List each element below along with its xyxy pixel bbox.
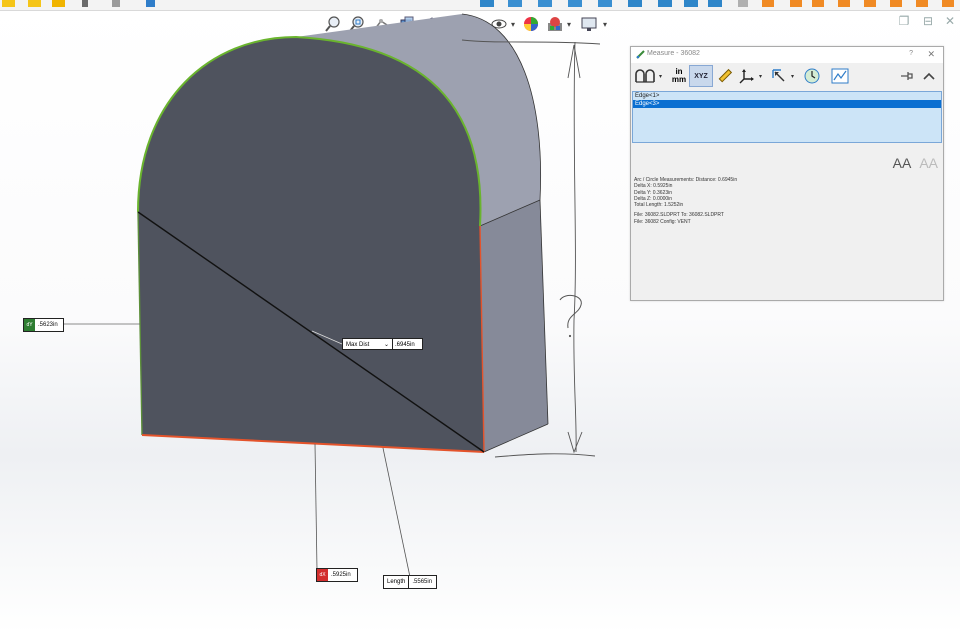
sensor-graph-icon <box>831 68 849 84</box>
max-distance-value: .6945in <box>393 338 423 350</box>
measure-toolbar: ▾ in mm XYZ ▾ ▾ <box>631 63 943 89</box>
pin-icon <box>901 72 913 80</box>
create-sensor-button[interactable] <box>829 65 851 87</box>
dy-value: .5623in <box>38 322 58 328</box>
coordinate-caret-icon[interactable]: ▾ <box>759 73 762 80</box>
ruler-icon <box>718 68 733 83</box>
length-label: Length <box>384 576 410 588</box>
sketch-annotation-vertical-line <box>573 41 577 453</box>
length-leader-line <box>382 447 411 578</box>
distance-type-dropdown[interactable]: Max Dist ⌄ <box>342 338 393 350</box>
units-bottom: mm <box>671 75 687 84</box>
model-right-face[interactable] <box>480 200 548 452</box>
result-file-to: File: 36082.SLDPRT To: 36082.SLDPRT <box>634 212 724 219</box>
chevron-up-icon <box>923 72 935 80</box>
point-to-point-button[interactable] <box>715 65 735 87</box>
model-front-face[interactable] <box>138 37 484 452</box>
dx-callout[interactable]: dX .5925in <box>316 568 358 582</box>
pin-dialog-button[interactable] <box>899 65 915 87</box>
graphics-viewport[interactable]: ▾ ▾ ▾ ▾ ▾ ❐ ⊟ ✕ <box>0 0 960 633</box>
sketch-annotation-bottom-arrow <box>567 431 583 454</box>
history-icon <box>804 68 820 84</box>
selection-item-edge-1[interactable]: Edge<1> <box>633 92 941 100</box>
sketch-annotation-bottom-line <box>494 453 596 458</box>
dropdown-chevron-icon[interactable]: ⌄ <box>384 339 389 351</box>
dy-callout[interactable]: dY .5623in <box>23 318 64 332</box>
increase-font-icon[interactable]: AA <box>893 155 912 171</box>
sketch-question-mark <box>559 294 582 329</box>
arc-circle-icon <box>635 69 655 83</box>
help-button[interactable]: ? <box>909 50 913 57</box>
measurement-results: Arc / Circle Measurements: Distance: 0.6… <box>634 177 737 225</box>
close-dialog-button[interactable]: ✕ <box>927 49 935 60</box>
dx-value: .5925in <box>331 572 351 578</box>
measure-app-icon <box>636 50 645 59</box>
units-precision-button[interactable]: in mm <box>669 65 689 87</box>
distance-type-value: Max Dist <box>346 342 370 348</box>
arc-options-caret-icon[interactable]: ▾ <box>659 73 662 80</box>
show-xyz-measurements-button[interactable]: XYZ <box>689 65 713 87</box>
projection-caret-icon[interactable]: ▾ <box>791 73 794 80</box>
xyz-label: XYZ <box>694 72 708 80</box>
selection-list[interactable]: Edge<1> Edge<3> <box>632 91 942 143</box>
font-size-controls: AA AA <box>885 155 938 171</box>
coordinate-system-button[interactable] <box>737 65 757 87</box>
selection-item-edge-3[interactable]: Edge<3> <box>633 100 941 108</box>
measurement-history-button[interactable] <box>801 65 823 87</box>
result-file-config: File: 36082 Config: VENT <box>634 218 691 225</box>
dx-leader-line <box>314 443 318 571</box>
measure-dialog[interactable]: Measure - 36082 ? ✕ ▾ in mm XYZ ▾ ▾ Edge… <box>630 46 944 301</box>
projection-icon <box>772 69 785 82</box>
max-distance-callout[interactable]: Max Dist ⌄ .6945in <box>342 338 423 350</box>
length-callout[interactable]: Length .5565in <box>383 575 437 589</box>
coordinate-axes-icon <box>739 69 754 84</box>
sketch-question-dot <box>568 334 572 338</box>
dx-tag: dX <box>317 569 328 581</box>
collapse-dialog-button[interactable] <box>921 65 937 87</box>
length-value: .5565in <box>412 579 433 585</box>
decrease-font-icon[interactable]: AA <box>919 155 938 171</box>
measure-dialog-titlebar[interactable]: Measure - 36082 ? ✕ <box>631 47 943 63</box>
measure-dialog-title: Measure - 36082 <box>647 50 700 57</box>
arc-circle-measurement-button[interactable] <box>633 65 657 87</box>
dy-tag: dY <box>24 319 35 331</box>
projected-on-button[interactable] <box>769 65 789 87</box>
